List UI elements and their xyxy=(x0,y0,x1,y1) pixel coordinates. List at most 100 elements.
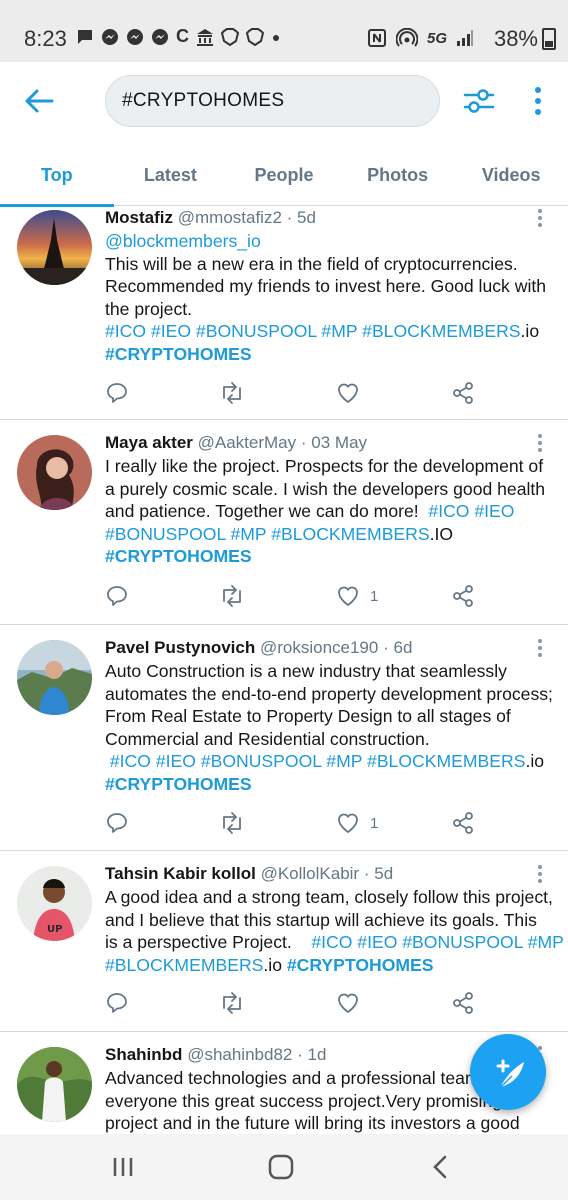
tweet-text-line: I really like the project. Prospects for… xyxy=(105,455,557,478)
share-button[interactable] xyxy=(451,990,475,1016)
tweet-actions: 1 xyxy=(105,810,545,836)
tweet-menu-icon[interactable] xyxy=(536,638,544,658)
tweet-time: 5d xyxy=(374,864,394,883)
reply-button[interactable] xyxy=(105,810,129,836)
tab-photos[interactable]: Photos xyxy=(341,144,455,206)
avatar[interactable] xyxy=(17,1047,92,1122)
tweet-text-segment: .io xyxy=(520,321,540,342)
tweet-text-segment: and I believe that this startup will ach… xyxy=(105,909,537,930)
hashtag-link[interactable]: #CRYPTOHOMES xyxy=(287,955,434,975)
hashtag-link[interactable]: @blockmembers_io xyxy=(105,231,261,251)
hashtag-link[interactable]: #ICO #IEO #BONUSPOOL #MP #BLOCKMEMBERS xyxy=(105,321,521,341)
tweet-text-line: #CRYPTOHOMES xyxy=(105,773,557,796)
messenger-icon xyxy=(127,28,143,45)
tweet-text-segment: automates the end-to-end property develo… xyxy=(105,683,553,704)
reply-button[interactable] xyxy=(105,380,129,406)
tab-videos[interactable]: Videos xyxy=(454,144,568,206)
hashtag-link[interactable]: #CRYPTOHOMES xyxy=(105,344,252,364)
avatar[interactable]: UP xyxy=(17,866,92,941)
hashtag-link[interactable]: #ICO #IEO #BONUSPOOL #MP xyxy=(311,932,564,952)
share-icon xyxy=(451,584,475,608)
like-button[interactable] xyxy=(336,990,360,1016)
tab-top[interactable]: Top xyxy=(0,144,114,207)
share-icon xyxy=(451,381,475,405)
retweet-button[interactable] xyxy=(219,583,245,609)
reply-button[interactable] xyxy=(105,990,129,1016)
tweet-time: 1d xyxy=(307,1045,327,1064)
reply-button[interactable] xyxy=(105,583,129,609)
tweet-text-segment: This will be a new era in the field of c… xyxy=(105,253,518,274)
hashtag-link[interactable]: #CRYPTOHOMES xyxy=(105,546,252,566)
tweet-text-segment: the project. xyxy=(105,298,193,319)
compose-feather-icon xyxy=(496,1059,524,1089)
like-button[interactable]: 1 xyxy=(336,583,378,609)
tweet[interactable]: Maya akter @AakterMay · 03 May I really … xyxy=(0,420,568,625)
system-navigation-bar xyxy=(0,1134,568,1200)
search-header: #CRYPTOHOMES xyxy=(0,62,568,144)
compose-tweet-button[interactable] xyxy=(470,1034,546,1110)
retweet-button[interactable] xyxy=(219,990,245,1016)
overflow-menu-button[interactable] xyxy=(528,84,548,118)
reply-icon xyxy=(105,381,129,405)
hashtag-link[interactable]: #ICO #IEO #BONUSPOOL #MP #BLOCKMEMBERS xyxy=(105,751,526,771)
search-query: #CRYPTOHOMES xyxy=(122,90,285,111)
tab-people[interactable]: People xyxy=(227,144,341,206)
status-bar: 8:23 C 5G 38% xyxy=(0,0,568,62)
tweet-text-line: Recommended my friends to invest here. G… xyxy=(105,275,557,298)
tweet-time: 6d xyxy=(393,638,413,657)
recent-apps-button[interactable] xyxy=(106,1152,140,1182)
tweet-actions xyxy=(105,990,545,1016)
share-button[interactable] xyxy=(451,583,475,609)
hashtag-link[interactable]: #BONUSPOOL #MP #BLOCKMEMBERS xyxy=(105,524,430,544)
tweet-text-line: #ICO #IEO #BONUSPOOL #MP #BLOCKMEMBERS.i… xyxy=(105,320,557,343)
tweet-text-segment: Auto Construction is a new industry that… xyxy=(105,661,507,681)
like-button[interactable]: 1 xyxy=(336,810,378,836)
back-nav-button[interactable] xyxy=(424,1152,458,1182)
like-count: 1 xyxy=(370,587,379,605)
back-button[interactable] xyxy=(22,84,56,118)
c-icon: C xyxy=(176,26,189,46)
hashtag-link[interactable]: #ICO #IEO xyxy=(428,501,514,521)
tweet-actions: 1 xyxy=(105,583,545,609)
avatar[interactable] xyxy=(17,640,92,715)
tweet-text-segment: A good idea and a strong team, closely f… xyxy=(105,887,553,907)
tweet-menu-icon[interactable] xyxy=(536,433,544,453)
tweet-text: A good idea and a strong team, closely f… xyxy=(105,886,564,976)
reply-icon xyxy=(105,584,129,608)
tab-latest[interactable]: Latest xyxy=(114,144,228,206)
avatar[interactable] xyxy=(17,435,92,510)
tweet-text-segment: a purely cosmic scale. I wish the develo… xyxy=(105,478,546,499)
tweet[interactable]: Mostafiz @mmostafiz2 · 5d @blockmembers_… xyxy=(0,206,568,420)
tweet-time: 5d xyxy=(297,208,316,227)
tweet[interactable]: UP Tahsin Kabir kollol @KollolKabir · 5d… xyxy=(0,851,568,1032)
retweet-icon xyxy=(219,381,245,405)
home-button[interactable] xyxy=(264,1152,298,1182)
search-filter-button[interactable] xyxy=(462,84,496,118)
tweet-text-segment: I really like the project. Prospects for… xyxy=(105,456,544,476)
tweet-time: 03 May xyxy=(311,433,368,452)
hashtag-link[interactable]: #CRYPTOHOMES xyxy=(105,774,252,794)
hashtag-link[interactable]: #BLOCKMEMBERS xyxy=(105,955,263,975)
tweet-text-segment: .IO xyxy=(429,523,454,544)
avatar[interactable] xyxy=(17,210,92,285)
heart-icon xyxy=(336,381,360,405)
retweet-icon xyxy=(219,584,245,608)
tweet-menu-icon[interactable] xyxy=(536,864,544,884)
retweet-icon xyxy=(219,811,245,835)
tweet-text-line: and patience. Together we can do more! #… xyxy=(105,500,557,523)
tweet-header: Mostafiz @mmostafiz2 · 5d xyxy=(105,208,316,228)
tweet-text: I really like the project. Prospects for… xyxy=(105,455,557,568)
tweet-separator: · xyxy=(297,1045,303,1064)
share-button[interactable] xyxy=(451,380,475,406)
tweet-menu-icon[interactable] xyxy=(536,208,544,228)
retweet-button[interactable] xyxy=(219,810,245,836)
network-type: 5G xyxy=(426,29,447,47)
like-button[interactable] xyxy=(336,380,360,406)
heart-icon xyxy=(336,811,360,835)
search-input[interactable]: #CRYPTOHOMES xyxy=(105,75,440,127)
share-button[interactable] xyxy=(451,810,475,836)
retweet-button[interactable] xyxy=(219,380,245,406)
tweet[interactable]: Pavel Pustynovich @roksionce190 · 6d Aut… xyxy=(0,625,568,851)
tweet-author-name: Mostafiz xyxy=(105,208,173,227)
battery-icon xyxy=(542,28,556,50)
